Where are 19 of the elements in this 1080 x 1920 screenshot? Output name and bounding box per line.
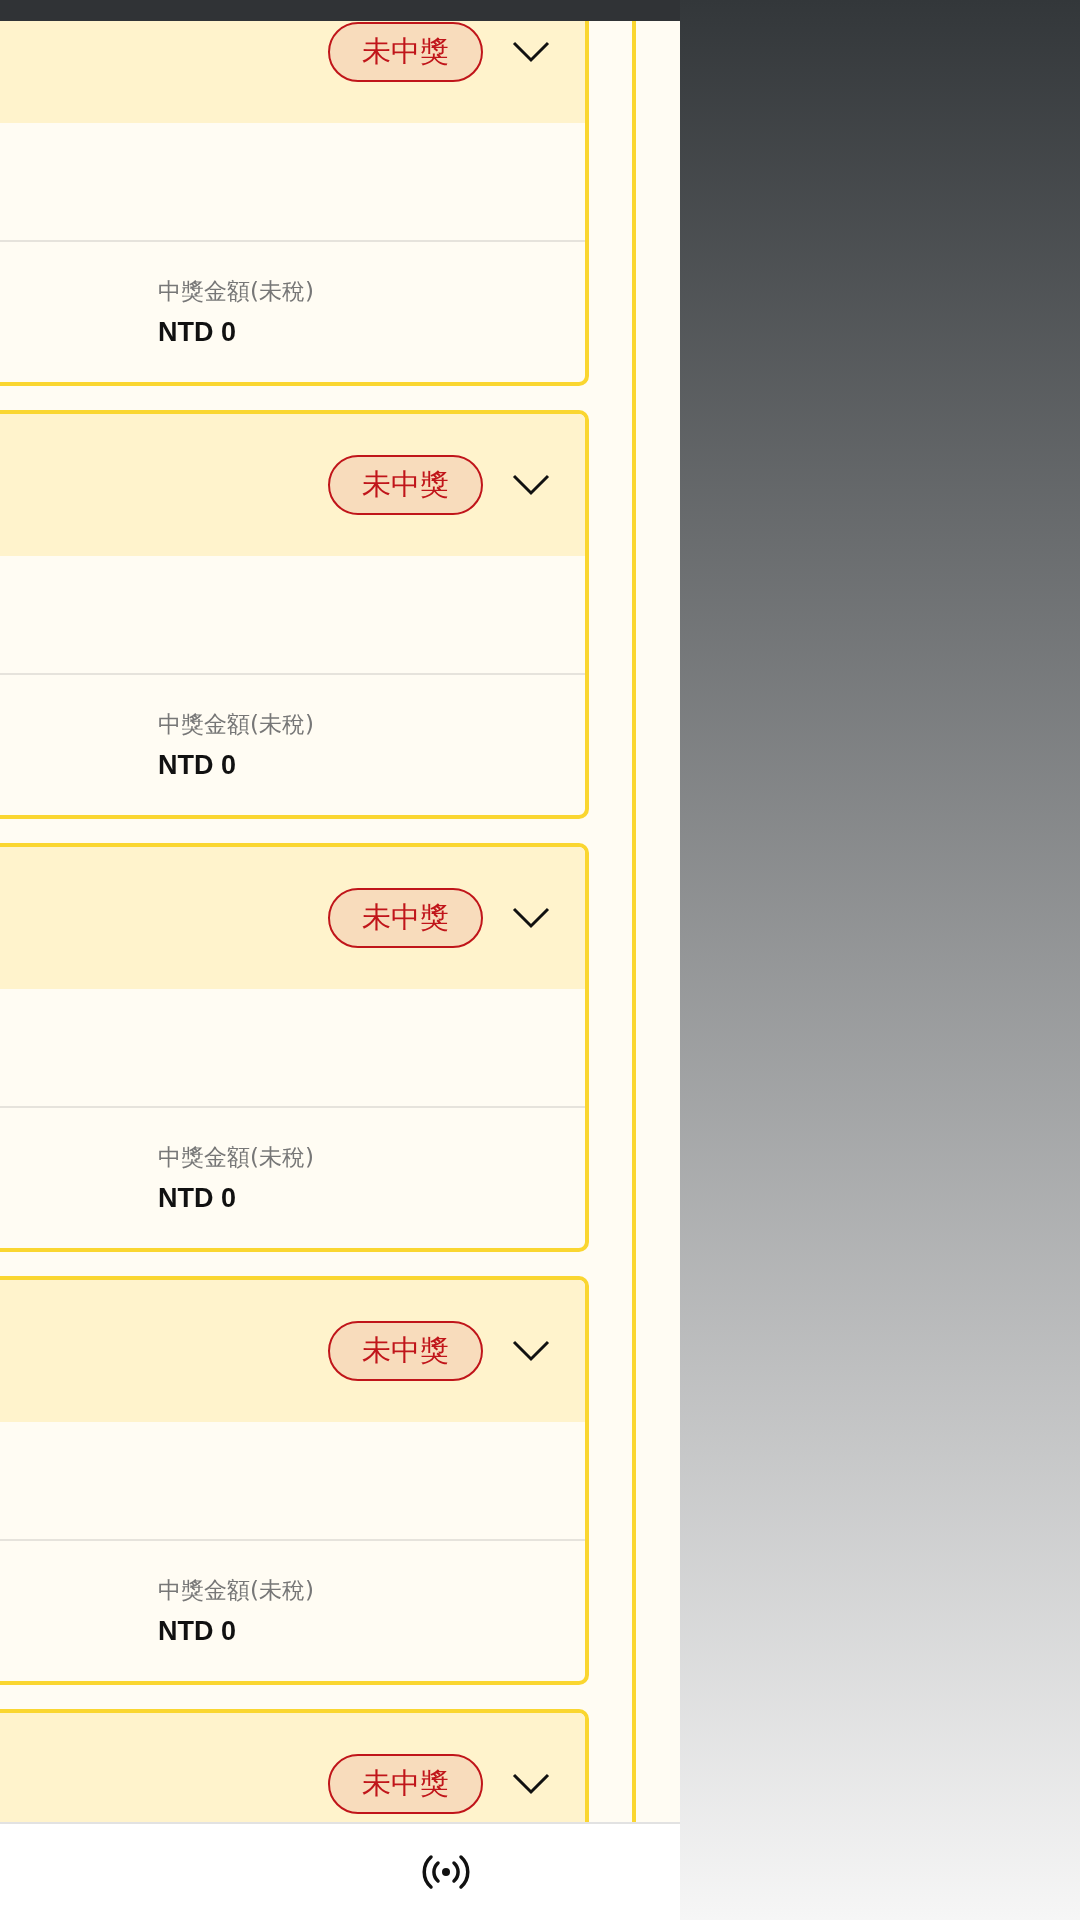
broadcast-icon[interactable] xyxy=(421,1852,471,1892)
prize-amount: NTD 0 xyxy=(158,317,237,348)
prize-amount: NTD 0 xyxy=(158,750,237,781)
chevron-icon[interactable] xyxy=(511,906,551,930)
status-badge: 未中獎 xyxy=(328,22,483,82)
prize-label: 中獎金額(未稅) xyxy=(158,277,315,306)
chevron-icon[interactable] xyxy=(511,40,551,64)
prize-amount: NTD 0 xyxy=(158,1183,237,1214)
prize-label: 中獎金額(未稅) xyxy=(158,1143,315,1172)
prize-label: 中獎金額(未稅) xyxy=(158,710,315,739)
chevron-icon[interactable] xyxy=(511,473,551,497)
status-badge: 未中獎 xyxy=(328,888,483,948)
chevron-icon[interactable] xyxy=(511,1339,551,1363)
prize-label: 中獎金額(未稅) xyxy=(158,1576,315,1605)
chevron-icon[interactable] xyxy=(511,1772,551,1796)
prize-amount: NTD 0 xyxy=(158,1616,237,1647)
status-badge: 未中獎 xyxy=(328,455,483,515)
status-badge: 未中獎 xyxy=(328,1754,483,1814)
status-badge: 未中獎 xyxy=(328,1321,483,1381)
